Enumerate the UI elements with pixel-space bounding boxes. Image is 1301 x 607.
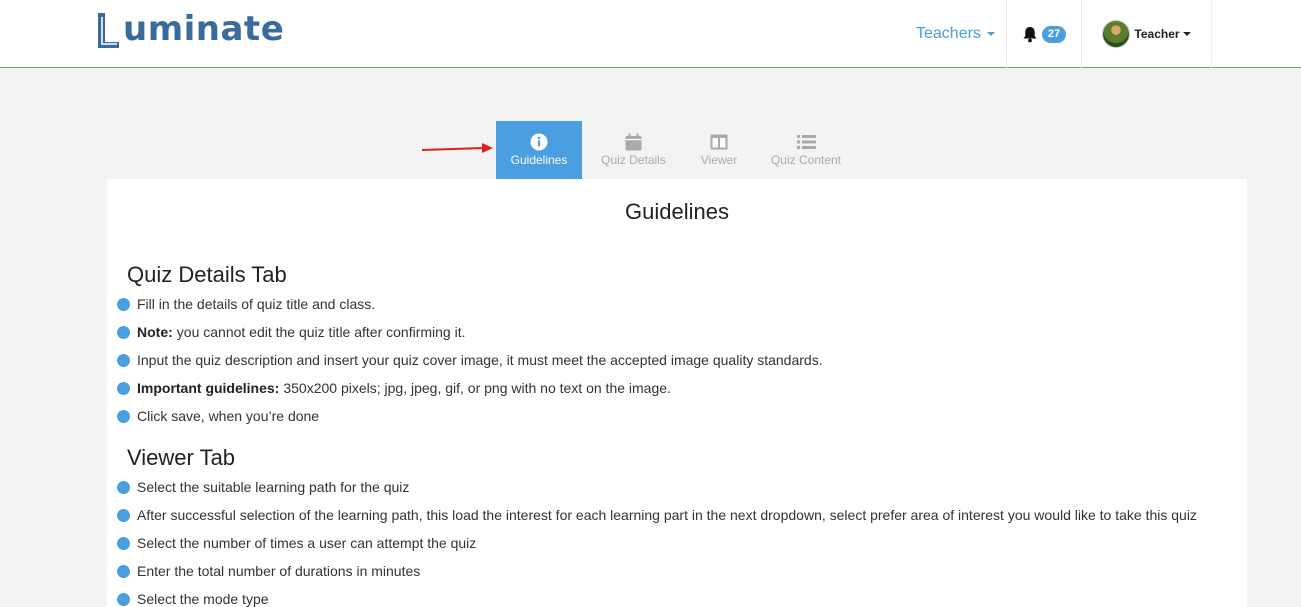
bullet-dot-icon <box>117 353 130 367</box>
logo-l-icon <box>98 13 119 48</box>
list-item: Click save, when you’re done <box>117 408 319 424</box>
bullet-dot-icon <box>117 381 130 395</box>
teachers-label: Teachers <box>916 25 981 42</box>
list-item-text: Select the mode type <box>137 591 269 607</box>
tab-guidelines-label: Guidelines <box>510 153 568 167</box>
info-circle-icon <box>530 133 548 151</box>
bullet-dot-icon <box>117 297 130 311</box>
bullet-dot-icon <box>117 480 130 494</box>
bullet-dot-icon <box>117 508 130 522</box>
user-menu-dropdown[interactable]: Teacher <box>1082 0 1211 68</box>
quiz-wizard-tabs: Guidelines Quiz Details Viewer Quiz Cont… <box>496 121 859 179</box>
list-item: Select the number of times a user can at… <box>117 535 476 551</box>
list-item: Enter the total number of durations in m… <box>117 563 420 579</box>
bullet-dot-icon <box>117 536 130 550</box>
top-navbar: uminate Teachers 27 Teacher <box>0 0 1301 68</box>
list-item: Fill in the details of quiz title and cl… <box>117 296 375 312</box>
list-icon <box>796 133 816 151</box>
section-title-viewer: Viewer Tab <box>127 445 236 470</box>
list-item-bold-label: Note: <box>137 324 173 340</box>
notification-count-badge: 27 <box>1041 25 1067 43</box>
list-item: Note: you cannot edit the quiz title aft… <box>117 324 466 340</box>
tab-quiz-content[interactable]: Quiz Content <box>753 121 859 179</box>
section-title-quiz-details: Quiz Details Tab <box>127 262 287 287</box>
list-item-text: Input the quiz description and insert yo… <box>137 352 823 368</box>
list-item: Input the quiz description and insert yo… <box>117 352 823 368</box>
bullet-dot-icon <box>117 564 130 578</box>
list-item-text: Select the suitable learning path for th… <box>137 479 410 495</box>
page-title: Guidelines <box>625 199 729 224</box>
teachers-dropdown[interactable]: Teachers <box>906 0 1005 68</box>
list-item: Important guidelines: 350x200 pixels; jp… <box>117 380 671 396</box>
tab-viewer[interactable]: Viewer <box>685 121 753 179</box>
list-item: After successful selection of the learni… <box>117 507 1197 523</box>
tab-quiz-details[interactable]: Quiz Details <box>582 121 685 179</box>
bell-icon <box>1023 26 1037 42</box>
guidelines-panel: Guidelines Quiz Details Tab Fill in the … <box>107 179 1247 607</box>
list-item-text: Enter the total number of durations in m… <box>137 563 421 579</box>
list-item-text: 350x200 pixels; jpg, jpeg, gif, or png w… <box>283 380 671 396</box>
tab-quiz-content-label: Quiz Content <box>770 153 842 167</box>
user-label: Teacher <box>1134 27 1180 41</box>
chevron-down-icon <box>986 32 995 36</box>
chevron-down-icon <box>1182 32 1191 36</box>
notifications-button[interactable]: 27 <box>1007 0 1081 68</box>
bullet-dot-icon <box>117 409 130 423</box>
red-arrow-annotation <box>421 143 493 153</box>
list-item: Select the suitable learning path for th… <box>117 479 409 495</box>
calendar-icon <box>625 133 642 151</box>
avatar <box>1102 20 1131 48</box>
tab-guidelines[interactable]: Guidelines <box>496 121 582 179</box>
tab-viewer-label: Viewer <box>700 153 738 167</box>
bullet-dot-icon <box>117 592 130 606</box>
nav-divider <box>1211 0 1212 68</box>
list-item-text: Fill in the details of quiz title and cl… <box>137 296 376 312</box>
list-item-text: Click save, when you’re done <box>137 408 320 424</box>
bullet-dot-icon <box>117 325 130 339</box>
list-item-text: Select the number of times a user can at… <box>137 535 477 551</box>
list-item: Select the mode type <box>117 591 269 607</box>
luminate-logo[interactable]: uminate <box>95 7 284 49</box>
list-item-text: After successful selection of the learni… <box>137 507 1197 523</box>
list-item-text: you cannot edit the quiz title after con… <box>176 324 466 340</box>
columns-icon <box>710 133 728 151</box>
logo-text: uminate <box>123 9 285 49</box>
tab-quiz-details-label: Quiz Details <box>601 153 666 167</box>
list-item-bold-label: Important guidelines: <box>137 380 280 396</box>
